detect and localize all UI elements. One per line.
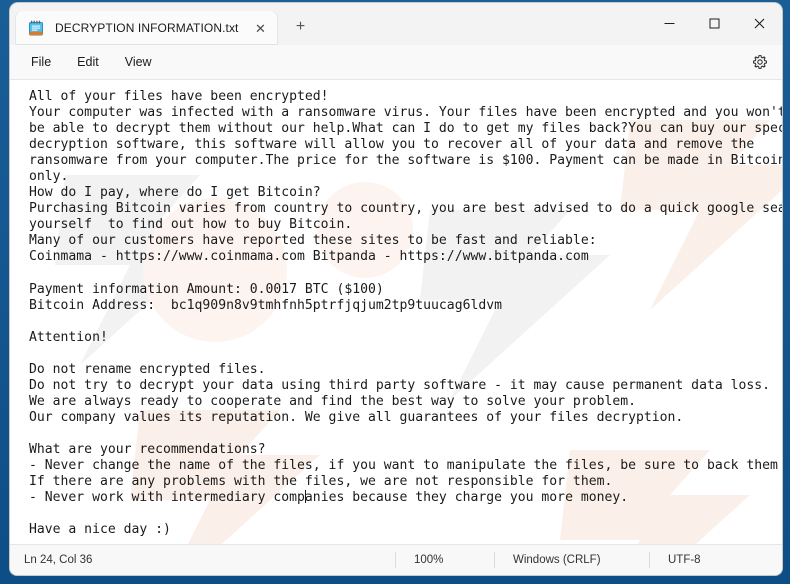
new-tab-button[interactable]: +: [285, 11, 317, 43]
maximize-icon: [709, 18, 720, 29]
tab-strip: DECRYPTION INFORMATION.txt ✕ +: [10, 3, 317, 45]
status-encoding[interactable]: UTF-8: [649, 552, 782, 568]
menu-item-file[interactable]: File: [18, 50, 64, 74]
close-tab-icon[interactable]: ✕: [249, 16, 273, 40]
plus-icon: +: [295, 18, 306, 35]
settings-button[interactable]: [746, 48, 774, 76]
notepad-icon: [28, 20, 44, 37]
status-line-ending[interactable]: Windows (CRLF): [494, 552, 649, 568]
status-cursor-position: Ln 24, Col 36: [24, 554, 93, 566]
status-zoom-level[interactable]: 100%: [395, 552, 494, 568]
menu-item-view[interactable]: View: [112, 50, 165, 74]
maximize-button[interactable]: [692, 3, 737, 44]
tab-decryption-information[interactable]: DECRYPTION INFORMATION.txt ✕: [16, 11, 277, 45]
tab-label: DECRYPTION INFORMATION.txt: [55, 21, 239, 35]
minimize-button[interactable]: [647, 3, 692, 44]
close-icon: [754, 18, 765, 29]
menu-item-edit[interactable]: Edit: [64, 50, 112, 74]
gear-icon: [753, 55, 767, 69]
status-bar: Ln 24, Col 36 100% Windows (CRLF) UTF-8: [10, 544, 782, 575]
menu-bar: File Edit View: [10, 45, 782, 80]
title-bar[interactable]: DECRYPTION INFORMATION.txt ✕ +: [10, 3, 782, 45]
desktop-background: DECRYPTION INFORMATION.txt ✕ + File Edit…: [0, 0, 790, 584]
window-controls: [647, 3, 782, 44]
text-caret: [304, 490, 306, 504]
editor-text-content[interactable]: All of your files have been encrypted! Y…: [10, 80, 782, 538]
minimize-icon: [664, 23, 675, 24]
notepad-window: DECRYPTION INFORMATION.txt ✕ + File Edit…: [10, 3, 782, 575]
close-window-button[interactable]: [737, 3, 782, 44]
editor-area[interactable]: All of your files have been encrypted! Y…: [10, 80, 782, 544]
